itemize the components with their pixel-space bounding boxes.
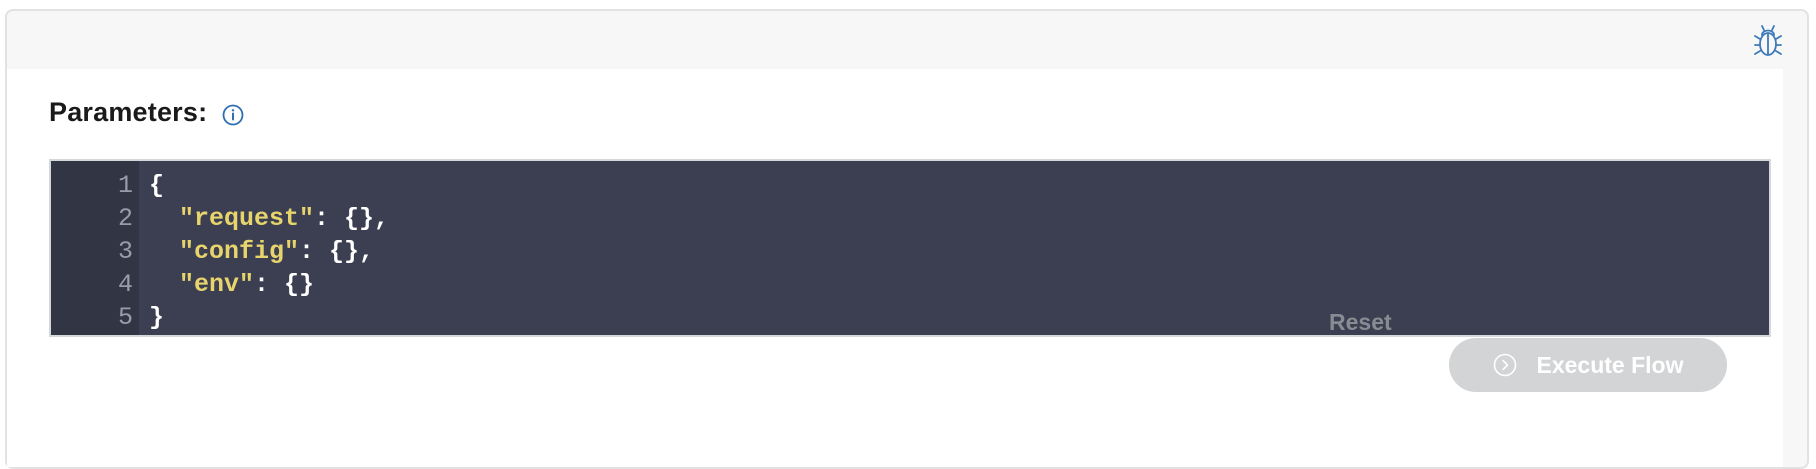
line-code: { bbox=[149, 169, 164, 202]
reset-button[interactable]: Reset bbox=[1329, 309, 1392, 336]
json-punctuation-token: : {}, bbox=[299, 237, 375, 266]
json-key-token: "env" bbox=[179, 270, 255, 299]
flow-run-panel: Parameters: 1{2 "request": {}, 3 "config"… bbox=[5, 9, 1809, 469]
json-punctuation-token bbox=[149, 237, 179, 266]
line-code: "request": {}, bbox=[149, 202, 389, 235]
json-key-token: "request" bbox=[179, 204, 315, 233]
line-number: 1 bbox=[117, 171, 133, 200]
json-punctuation-token: { bbox=[149, 171, 165, 200]
parameters-header: Parameters: bbox=[49, 97, 245, 128]
json-punctuation-token bbox=[149, 204, 179, 233]
chevron-right-circle-icon bbox=[1493, 353, 1517, 377]
debug-button[interactable] bbox=[1751, 21, 1785, 61]
json-punctuation-token bbox=[149, 270, 179, 299]
execute-flow-button[interactable]: Execute Flow bbox=[1449, 338, 1727, 392]
bug-icon bbox=[1754, 25, 1782, 56]
line-number: 2 bbox=[117, 204, 133, 233]
panel-header bbox=[7, 11, 1807, 69]
parameters-code-editor[interactable]: 1{2 "request": {}, 3 "config": {}, 4 "env"… bbox=[49, 159, 1771, 337]
json-punctuation-token: : {}, bbox=[314, 204, 390, 233]
line-number: 5 bbox=[117, 303, 133, 332]
json-punctuation-token: } bbox=[149, 303, 165, 332]
line-code: "env": {} bbox=[149, 268, 314, 301]
panel-body: Parameters: 1{2 "request": {}, 3 "config"… bbox=[7, 69, 1783, 467]
line-code: } bbox=[149, 301, 164, 334]
line-number: 4 bbox=[117, 270, 133, 299]
info-icon[interactable] bbox=[221, 103, 245, 127]
json-key-token: "config" bbox=[179, 237, 300, 266]
line-code: "config": {}, bbox=[149, 235, 374, 268]
line-number: 3 bbox=[117, 237, 133, 266]
execute-flow-label: Execute Flow bbox=[1536, 351, 1684, 378]
json-punctuation-token: : {} bbox=[254, 270, 315, 299]
parameters-label: Parameters: bbox=[49, 97, 208, 127]
